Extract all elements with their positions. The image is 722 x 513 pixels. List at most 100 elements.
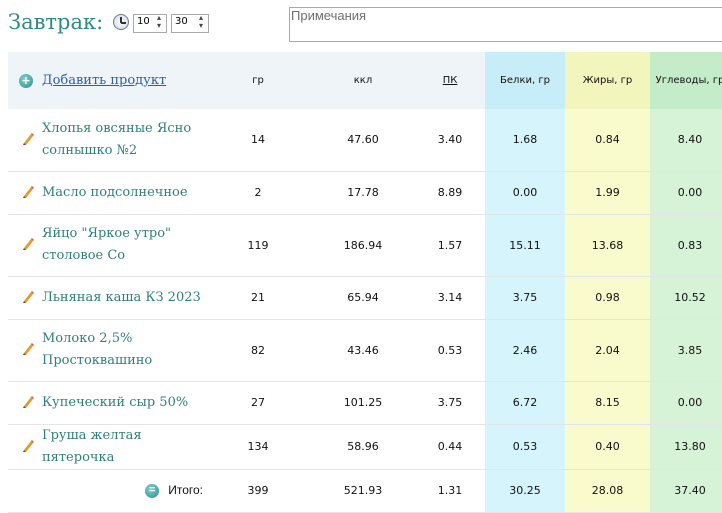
kcal-value: 101.25 <box>311 381 415 425</box>
product-name-cell[interactable]: Яйцо "Яркое утро" столовое Со <box>8 214 205 277</box>
protein-value: 15.11 <box>485 214 565 277</box>
kcal-value: 47.60 <box>311 109 415 172</box>
grams-value: 27 <box>205 381 311 425</box>
minute-value: 30 <box>175 16 188 27</box>
fat-value: 0.84 <box>565 109 650 172</box>
product-name[interactable]: Масло подсолнечное <box>8 182 205 204</box>
column-header-fat: Жиры, гр <box>565 52 650 109</box>
fat-value: 0.98 <box>565 276 650 320</box>
product-name[interactable]: Яйцо "Яркое утро" столовое Со <box>8 223 205 267</box>
product-name-cell[interactable]: Молоко 2,5% Простоквашино <box>8 319 205 382</box>
product-name[interactable]: Груша желтая пятерочка <box>8 425 205 469</box>
kcal-value: 43.46 <box>311 319 415 382</box>
pk-value: 3.40 <box>415 109 485 172</box>
protein-value: 2.46 <box>485 319 565 382</box>
pk-value: 0.53 <box>415 319 485 382</box>
pk-value: 3.75 <box>415 381 485 425</box>
protein-value: 3.75 <box>485 276 565 320</box>
protein-value: 0.53 <box>485 424 565 470</box>
product-name[interactable]: Купеческий сыр 50% <box>8 392 205 414</box>
grams-value: 2 <box>205 171 311 215</box>
product-name-cell[interactable]: Льняная каша КЗ 2023 <box>8 276 205 320</box>
notes-placeholder: Примечания <box>291 8 367 23</box>
pk-value: 0.44 <box>415 424 485 470</box>
column-header-grams: гр <box>205 52 311 109</box>
pk-value: 3.14 <box>415 276 485 320</box>
total-kcal: 521.93 <box>311 469 415 513</box>
pk-value: 8.89 <box>415 171 485 215</box>
grams-value: 21 <box>205 276 311 320</box>
product-name[interactable]: Льняная каша КЗ 2023 <box>8 287 205 309</box>
notes-textarea[interactable]: Примечания <box>289 7 722 42</box>
carbs-value: 0.00 <box>650 171 722 215</box>
product-name[interactable]: Молоко 2,5% Простоквашино <box>8 328 205 372</box>
protein-value: 1.68 <box>485 109 565 172</box>
totals-label: Итого: <box>168 483 203 498</box>
grams-value: 14 <box>205 109 311 172</box>
pk-value: 1.57 <box>415 214 485 277</box>
grams-value: 119 <box>205 214 311 277</box>
column-header-carbs: Углеводы, гр <box>650 52 722 109</box>
table-row: Молоко 2,5% Простоквашино 82 43.46 0.53 … <box>8 319 722 382</box>
table-row: Купеческий сыр 50% 27 101.25 3.75 6.72 8… <box>8 381 722 425</box>
hour-spinner-icon[interactable] <box>157 13 165 31</box>
product-name-cell[interactable]: Груша желтая пятерочка <box>8 424 205 470</box>
add-product-cell: + Добавить продукт <box>8 52 205 109</box>
protein-value: 0.00 <box>485 171 565 215</box>
protein-value: 6.72 <box>485 381 565 425</box>
carbs-value: 0.00 <box>650 381 722 425</box>
meal-products-table: + Добавить продукт гр ккл ПК Белки, гр Ж… <box>8 52 722 513</box>
totals-row: = Итого: 399 521.93 1.31 30.25 28.08 37.4… <box>8 469 722 513</box>
column-header-kcal: ккл <box>311 52 415 109</box>
pencil-icon[interactable] <box>21 439 35 453</box>
pencil-icon[interactable] <box>21 290 35 304</box>
table-row: Груша желтая пятерочка 134 58.96 0.44 0.… <box>8 424 722 470</box>
table-row: Яйцо "Яркое утро" столовое Со 119 186.94… <box>8 214 722 277</box>
carbs-value: 0.83 <box>650 214 722 277</box>
pk-header-link[interactable]: ПК <box>443 75 458 86</box>
clock-icon <box>113 14 129 30</box>
kcal-value: 186.94 <box>311 214 415 277</box>
grams-value: 134 <box>205 424 311 470</box>
fat-value: 13.68 <box>565 214 650 277</box>
pencil-icon[interactable] <box>21 342 35 356</box>
equals-icon: = <box>145 483 160 498</box>
table-row: Масло подсолнечное 2 17.78 8.89 0.00 1.9… <box>8 171 722 215</box>
fat-value: 8.15 <box>565 381 650 425</box>
pencil-icon[interactable] <box>21 132 35 146</box>
fat-value: 0.40 <box>565 424 650 470</box>
total-protein: 30.25 <box>485 469 565 513</box>
kcal-value: 58.96 <box>311 424 415 470</box>
carbs-value: 10.52 <box>650 276 722 320</box>
pencil-icon[interactable] <box>21 395 35 409</box>
minute-input[interactable]: 30 <box>171 13 209 33</box>
table-row: Льняная каша КЗ 2023 21 65.94 3.14 3.75 … <box>8 276 722 320</box>
product-name-cell[interactable]: Масло подсолнечное <box>8 171 205 215</box>
add-plus-icon[interactable]: + <box>19 73 33 88</box>
pencil-icon[interactable] <box>21 237 35 251</box>
kcal-value: 65.94 <box>311 276 415 320</box>
total-grams: 399 <box>205 469 311 513</box>
table-row: Хлопья овсяные Ясно солнышко №2 14 47.60… <box>8 109 722 172</box>
pencil-icon[interactable] <box>21 185 35 199</box>
kcal-value: 17.78 <box>311 171 415 215</box>
total-pk: 1.31 <box>415 469 485 513</box>
product-name-cell[interactable]: Хлопья овсяные Ясно солнышко №2 <box>8 109 205 172</box>
hour-input[interactable]: 10 <box>133 13 167 33</box>
minute-spinner-icon[interactable] <box>199 13 207 31</box>
carbs-value: 8.40 <box>650 109 722 172</box>
grams-value: 82 <box>205 319 311 382</box>
total-fat: 28.08 <box>565 469 650 513</box>
fat-value: 1.99 <box>565 171 650 215</box>
product-name-cell[interactable]: Купеческий сыр 50% <box>8 381 205 425</box>
fat-value: 2.04 <box>565 319 650 382</box>
column-header-protein: Белки, гр <box>485 52 565 109</box>
hour-value: 10 <box>137 16 150 27</box>
column-header-pk: ПК <box>415 52 485 109</box>
totals-label-cell: = Итого: <box>8 469 205 513</box>
carbs-value: 13.80 <box>650 424 722 470</box>
carbs-value: 3.85 <box>650 319 722 382</box>
product-name[interactable]: Хлопья овсяные Ясно солнышко №2 <box>8 118 205 162</box>
total-carbs: 37.40 <box>650 469 722 513</box>
meal-title: Завтрак: <box>8 10 104 34</box>
